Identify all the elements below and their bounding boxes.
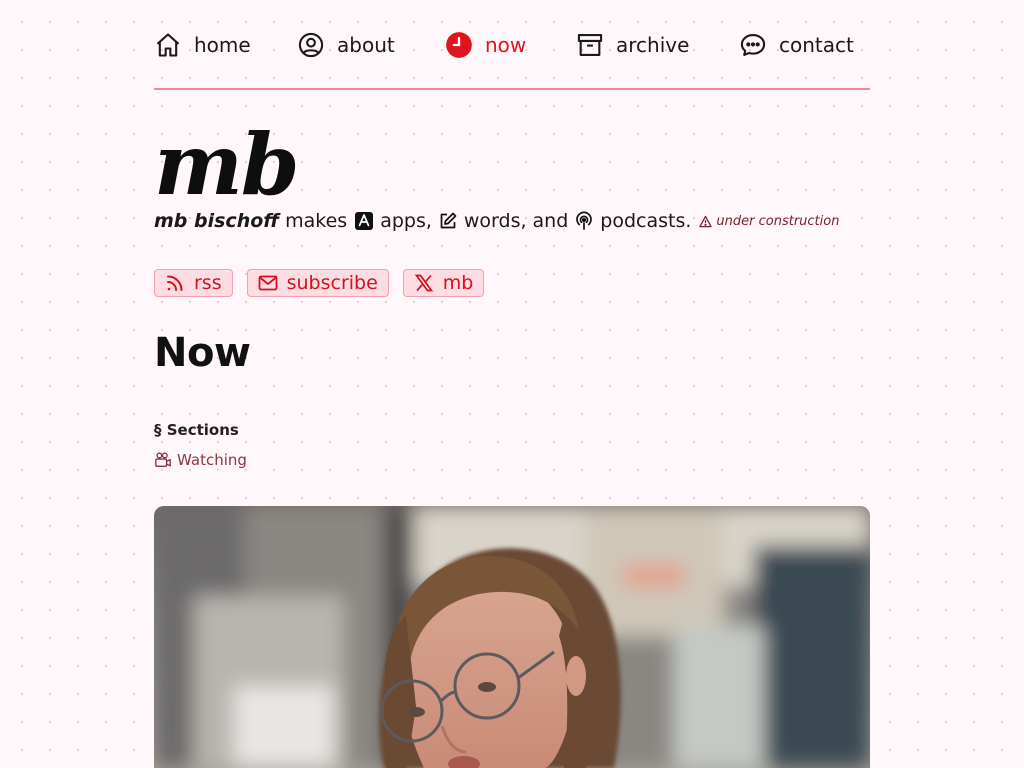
- nav-about[interactable]: about: [297, 27, 395, 63]
- author-name: mb bischoff: [154, 210, 280, 232]
- site-logo[interactable]: mb: [154, 120, 300, 210]
- tagline: mb bischoff makes apps, words, and podca…: [154, 210, 839, 232]
- nav-divider: [154, 88, 870, 90]
- nav-archive[interactable]: archive: [576, 27, 689, 63]
- nav-contact-label: contact: [779, 33, 854, 57]
- rss-icon: [167, 275, 183, 291]
- profile-photo: [154, 506, 870, 768]
- tagline-and: and: [532, 210, 569, 232]
- warning-icon: [699, 215, 713, 227]
- house-icon: [156, 33, 180, 57]
- video-camera-icon: [155, 452, 171, 467]
- page-title: Now: [154, 330, 251, 376]
- nav-home-label: home: [194, 33, 251, 57]
- section-link-watching[interactable]: Watching: [154, 451, 247, 469]
- podcast-icon: [574, 211, 594, 231]
- x-profile-button[interactable]: mb: [402, 269, 485, 297]
- nav-archive-label: archive: [616, 33, 690, 57]
- tagline-words: words,: [463, 210, 527, 232]
- tagline-apps: apps,: [380, 210, 432, 232]
- rss-label: rss: [194, 272, 222, 294]
- subscribe-button[interactable]: subscribe: [246, 269, 389, 297]
- under-construction-badge: under construction: [699, 214, 839, 229]
- subscribe-label: subscribe: [286, 272, 378, 294]
- nav-now-label: now: [485, 33, 527, 57]
- sections-heading: § Sections: [154, 421, 239, 439]
- x-logo-icon: [414, 274, 433, 292]
- nav-now[interactable]: now: [445, 27, 526, 63]
- nav-home[interactable]: home: [154, 27, 251, 63]
- clock-icon: [446, 32, 472, 58]
- chat-bubble-icon: [740, 34, 766, 56]
- nav-contact[interactable]: contact: [739, 27, 854, 63]
- x-profile-label: mb: [442, 272, 474, 294]
- app-store-icon: [354, 211, 374, 231]
- main-nav: home about now archive contact: [154, 27, 870, 63]
- envelope-icon: [258, 275, 278, 291]
- section-link-watching-label: Watching: [177, 451, 247, 469]
- user-circle-icon: [298, 32, 324, 58]
- pencil-square-icon: [438, 211, 458, 231]
- tagline-makes: makes: [285, 210, 348, 232]
- subscribe-links: rss subscribe mb: [154, 269, 498, 297]
- archive-box-icon: [577, 34, 603, 56]
- tagline-podcasts: podcasts.: [600, 210, 692, 232]
- nav-about-label: about: [337, 33, 395, 57]
- rss-button[interactable]: rss: [154, 269, 233, 297]
